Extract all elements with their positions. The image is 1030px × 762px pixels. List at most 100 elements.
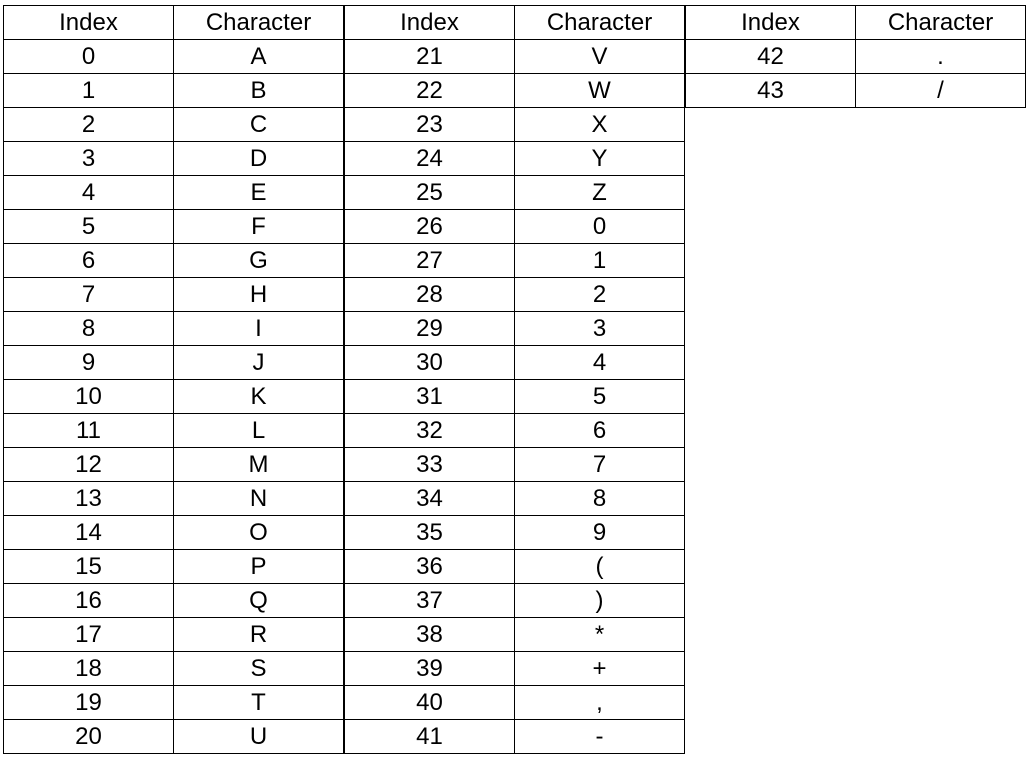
index-cell: 15 bbox=[3, 549, 174, 584]
index-cell: 29 bbox=[344, 311, 515, 346]
index-cell: 20 bbox=[3, 719, 174, 754]
table-row: 18 S bbox=[3, 651, 344, 686]
table-row: 12 M bbox=[3, 447, 344, 482]
table-row: 20 U bbox=[3, 719, 344, 754]
character-cell: ( bbox=[514, 549, 685, 584]
character-cell: 0 bbox=[514, 209, 685, 244]
table-row: 37) bbox=[344, 583, 685, 618]
character-cell: - bbox=[514, 719, 685, 754]
index-cell: 16 bbox=[3, 583, 174, 618]
index-cell: 25 bbox=[344, 175, 515, 210]
character-cell: . bbox=[855, 39, 1026, 74]
index-cell: 23 bbox=[344, 107, 515, 142]
index-cell: 14 bbox=[3, 515, 174, 550]
table-row: 22 W bbox=[344, 73, 685, 108]
table-row: 8I bbox=[3, 311, 344, 346]
index-cell: 1 bbox=[3, 73, 174, 108]
character-cell: C bbox=[173, 107, 344, 142]
index-cell: 31 bbox=[344, 379, 515, 414]
index-cell: 11 bbox=[3, 413, 174, 448]
table-row: 19 T bbox=[3, 685, 344, 720]
table-row: 30 4 bbox=[344, 345, 685, 380]
character-cell: W bbox=[514, 73, 685, 108]
index-cell: 38 bbox=[344, 617, 515, 652]
table-row: 34 8 bbox=[344, 481, 685, 516]
index-cell: 28 bbox=[344, 277, 515, 312]
index-cell: 4 bbox=[3, 175, 174, 210]
table-body: Index Character 21 V 22 W 23 X 24 Y 25 Z 26 0 27 1 28 2 29… bbox=[344, 5, 685, 754]
character-cell: 7 bbox=[514, 447, 685, 482]
character-cell: N bbox=[173, 481, 344, 516]
table-row: 28 2 bbox=[344, 277, 685, 312]
table-row: 10 K bbox=[3, 379, 344, 414]
character-cell: 2 bbox=[514, 277, 685, 312]
table-row: 32 6 bbox=[344, 413, 685, 448]
index-cell: 34 bbox=[344, 481, 515, 516]
index-cell: 13 bbox=[3, 481, 174, 516]
character-cell: D bbox=[173, 141, 344, 176]
table-row: 13 N bbox=[3, 481, 344, 516]
character-cell: O bbox=[173, 515, 344, 550]
table-row: 43/ bbox=[685, 73, 1026, 108]
character-cell: A bbox=[173, 39, 344, 74]
character-cell: F bbox=[173, 209, 344, 244]
table-row: 26 0 bbox=[344, 209, 685, 244]
table-body: Index Character 42. 43/ bbox=[685, 5, 1026, 108]
character-cell: , bbox=[514, 685, 685, 720]
index-cell: 17 bbox=[3, 617, 174, 652]
character-cell: ) bbox=[514, 583, 685, 618]
character-cell: 4 bbox=[514, 345, 685, 380]
index-cell: 39 bbox=[344, 651, 515, 686]
index-cell: 41 bbox=[344, 719, 515, 754]
table-row: 36( bbox=[344, 549, 685, 584]
index-cell: 0 bbox=[3, 39, 174, 74]
header-character: Character bbox=[173, 5, 344, 40]
character-cell: K bbox=[173, 379, 344, 414]
character-cell: P bbox=[173, 549, 344, 584]
table-row: 16 Q bbox=[3, 583, 344, 618]
table-row: 11 L bbox=[3, 413, 344, 448]
index-cell: 35 bbox=[344, 515, 515, 550]
character-cell: 9 bbox=[514, 515, 685, 550]
index-cell: 19 bbox=[3, 685, 174, 720]
index-character-table-2: Index Character 21 V 22 W 23 X 24 Y 25 Z 26 0 27 1 28 2 29… bbox=[344, 5, 685, 754]
table-row: 41- bbox=[344, 719, 685, 754]
character-cell: U bbox=[173, 719, 344, 754]
index-cell: 40 bbox=[344, 685, 515, 720]
table-row: 2C bbox=[3, 107, 344, 142]
character-cell: I bbox=[173, 311, 344, 346]
character-cell: V bbox=[514, 39, 685, 74]
header-row: Index Character bbox=[344, 5, 685, 40]
character-cell: 8 bbox=[514, 481, 685, 516]
character-cell: Z bbox=[514, 175, 685, 210]
index-cell: 21 bbox=[344, 39, 515, 74]
index-cell: 22 bbox=[344, 73, 515, 108]
header-index: Index bbox=[3, 5, 174, 40]
table-row: 39 + bbox=[344, 651, 685, 686]
character-cell: H bbox=[173, 277, 344, 312]
character-cell: Q bbox=[173, 583, 344, 618]
index-cell: 24 bbox=[344, 141, 515, 176]
table-row: 25 Z bbox=[344, 175, 685, 210]
table-row: 3D bbox=[3, 141, 344, 176]
index-cell: 7 bbox=[3, 277, 174, 312]
index-cell: 26 bbox=[344, 209, 515, 244]
index-cell: 3 bbox=[3, 141, 174, 176]
character-cell: M bbox=[173, 447, 344, 482]
index-cell: 18 bbox=[3, 651, 174, 686]
table-row: 4E bbox=[3, 175, 344, 210]
character-cell: 3 bbox=[514, 311, 685, 346]
character-cell: * bbox=[514, 617, 685, 652]
table-row: 6G bbox=[3, 243, 344, 278]
index-cell: 43 bbox=[685, 73, 856, 108]
table-row: 38 * bbox=[344, 617, 685, 652]
header-character: Character bbox=[514, 5, 685, 40]
index-cell: 32 bbox=[344, 413, 515, 448]
header-row: Index Character bbox=[3, 5, 344, 40]
header-index: Index bbox=[344, 5, 515, 40]
table-row: 42. bbox=[685, 39, 1026, 74]
character-cell: + bbox=[514, 651, 685, 686]
character-cell: 1 bbox=[514, 243, 685, 278]
table-row: 33 7 bbox=[344, 447, 685, 482]
index-cell: 27 bbox=[344, 243, 515, 278]
